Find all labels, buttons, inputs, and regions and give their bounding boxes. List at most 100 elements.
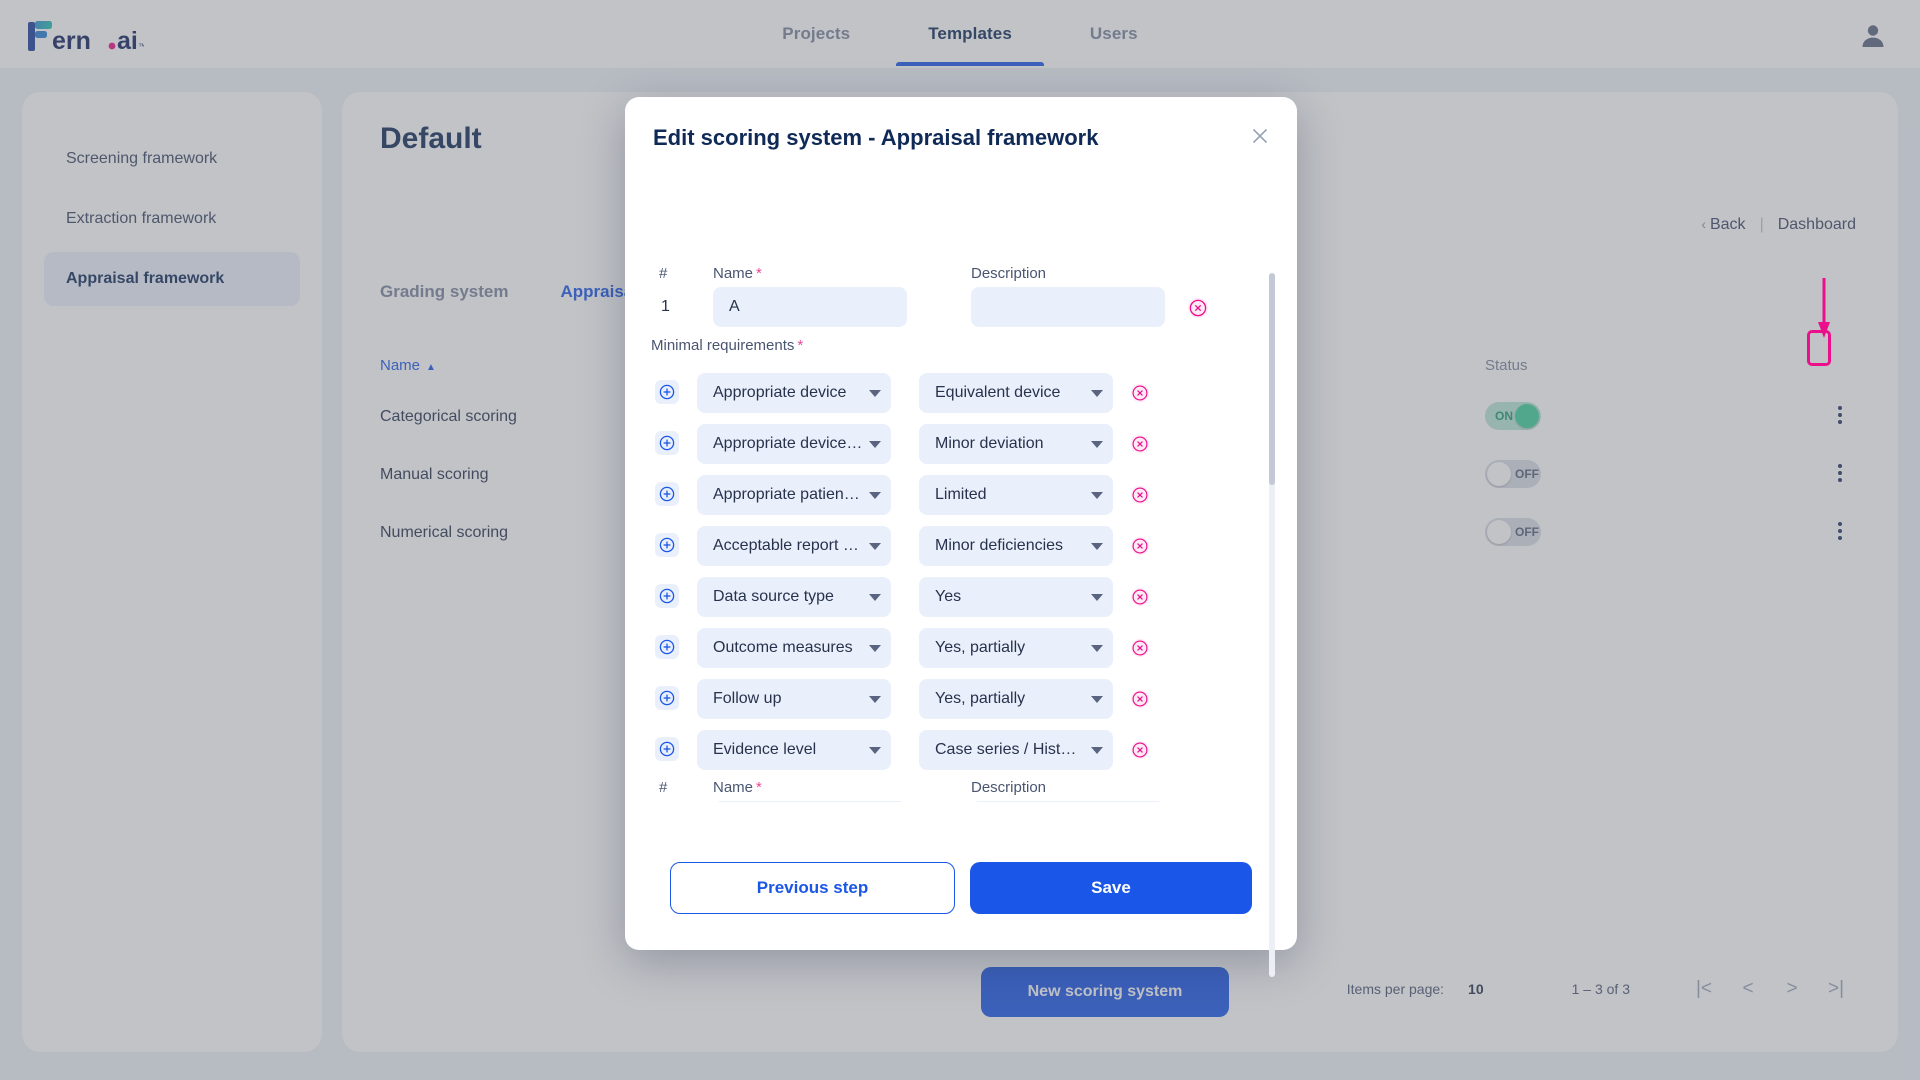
requirement-value-select[interactable]: Case series / Historica... [919,730,1113,770]
group-description-input[interactable] [971,287,1165,327]
remove-requirement-button[interactable] [1129,586,1151,608]
requirement-row: Appropriate device ap... Minor deviation [647,422,1281,473]
requirement-criterion-select[interactable]: Data source type [697,577,891,617]
chevron-down-icon [869,389,881,397]
add-circle-icon [659,435,675,451]
chevron-down-icon [1091,695,1103,703]
add-circle-icon [659,384,675,400]
requirement-criterion-select[interactable]: Acceptable report / da... [697,526,891,566]
modal-scrollbar-thumb[interactable] [1269,273,1275,485]
label-description: Description [971,779,1047,796]
requirement-value-select[interactable]: Yes, partially [919,628,1113,668]
required-marker: * [756,779,762,796]
chevron-down-icon [869,746,881,754]
remove-requirement-button[interactable] [1129,637,1151,659]
remove-group-button[interactable] [1187,297,1209,319]
chevron-down-icon [1091,389,1103,397]
required-marker: * [756,265,762,282]
requirement-criterion-select[interactable]: Appropriate patient gr... [697,475,891,515]
add-requirement-button[interactable] [655,635,679,659]
chevron-down-icon [1091,593,1103,601]
label-hash: # [659,779,668,796]
edit-scoring-system-modal: Edit scoring system - Appraisal framewor… [625,97,1297,977]
requirement-row: Appropriate patient gr... Limited [647,473,1281,524]
group-name-input[interactable]: B [713,801,907,802]
remove-circle-icon [1130,638,1150,658]
remove-circle-icon [1188,298,1208,318]
add-circle-icon [659,741,675,757]
chevron-down-icon [869,542,881,550]
remove-requirement-button[interactable] [1129,382,1151,404]
requirement-row: Outcome measures Yes, partially [647,626,1281,677]
modal-scroll-area[interactable]: # Name * Description 1 A Minimal require… [647,265,1281,802]
add-requirement-button[interactable] [655,482,679,506]
chevron-down-icon [869,593,881,601]
remove-requirement-button[interactable] [1129,688,1151,710]
add-requirement-button[interactable] [655,380,679,404]
add-circle-icon [659,690,675,706]
requirement-criterion-select[interactable]: Appropriate device ap... [697,424,891,464]
add-circle-icon [659,486,675,502]
remove-requirement-button[interactable] [1129,484,1151,506]
modal-footer: Previous step Save [625,862,1297,918]
remove-circle-icon [1130,434,1150,454]
requirement-row: Evidence level Case series / Historica..… [647,728,1281,779]
requirement-value-select[interactable]: Minor deviation [919,424,1113,464]
add-requirement-button[interactable] [655,686,679,710]
add-circle-icon [659,537,675,553]
requirement-criterion-select[interactable]: Outcome measures [697,628,891,668]
chevron-down-icon [1091,440,1103,448]
requirement-value-select[interactable]: Yes, partially [919,679,1113,719]
chevron-down-icon [1091,746,1103,754]
add-requirement-button[interactable] [655,431,679,455]
remove-requirement-button[interactable] [1129,535,1151,557]
close-icon[interactable] [1247,123,1273,149]
modal-title: Edit scoring system - Appraisal framewor… [653,125,1099,150]
requirement-row: Appropriate device Equivalent device [647,371,1281,422]
requirement-row: Acceptable report / da... Minor deficien… [647,524,1281,575]
remove-requirement-button[interactable] [1129,739,1151,761]
remove-circle-icon [1130,740,1150,760]
requirement-criterion-select[interactable]: Appropriate device [697,373,891,413]
minimal-requirements-label: Minimal requirements * [651,337,804,354]
requirement-value-select[interactable]: Equivalent device [919,373,1113,413]
previous-step-button[interactable]: Previous step [670,862,955,914]
remove-circle-icon [1130,485,1150,505]
add-circle-icon [659,588,675,604]
requirement-row: Data source type Yes [647,575,1281,626]
remove-requirement-button[interactable] [1129,433,1151,455]
scoring-group-header: # Name* Description 2 B [647,779,1281,802]
requirement-value-select[interactable]: Minor deficiencies [919,526,1113,566]
chevron-down-icon [869,695,881,703]
add-requirement-button[interactable] [655,533,679,557]
requirement-value-select[interactable]: Limited [919,475,1113,515]
required-marker: * [797,337,804,354]
chevron-down-icon [869,491,881,499]
label-hash: # [659,265,668,282]
chevron-down-icon [1091,644,1103,652]
label-name: Name * [713,779,762,796]
add-requirement-button[interactable] [655,584,679,608]
label-name: Name * [713,265,762,282]
modal-content: # Name * Description 1 A Minimal require… [647,265,1281,802]
requirement-value-select[interactable]: Yes [919,577,1113,617]
remove-circle-icon [1130,536,1150,556]
chevron-down-icon [869,644,881,652]
add-circle-icon [659,639,675,655]
group-name-input[interactable]: A [713,287,907,327]
scoring-group-header: # Name * Description 1 A [647,265,1281,337]
save-button[interactable]: Save [970,862,1252,914]
chevron-down-icon [1091,542,1103,550]
requirement-criterion-select[interactable]: Evidence level [697,730,891,770]
remove-circle-icon [1130,689,1150,709]
group-index: 1 [661,298,670,315]
remove-circle-icon [1130,383,1150,403]
chevron-down-icon [1091,491,1103,499]
group-description-input[interactable] [971,801,1165,802]
requirement-row: Follow up Yes, partially [647,677,1281,728]
remove-circle-icon [1130,587,1150,607]
requirement-criterion-select[interactable]: Follow up [697,679,891,719]
highlight-box-annotation [1807,330,1831,366]
label-description: Description [971,265,1047,282]
add-requirement-button[interactable] [655,737,679,761]
